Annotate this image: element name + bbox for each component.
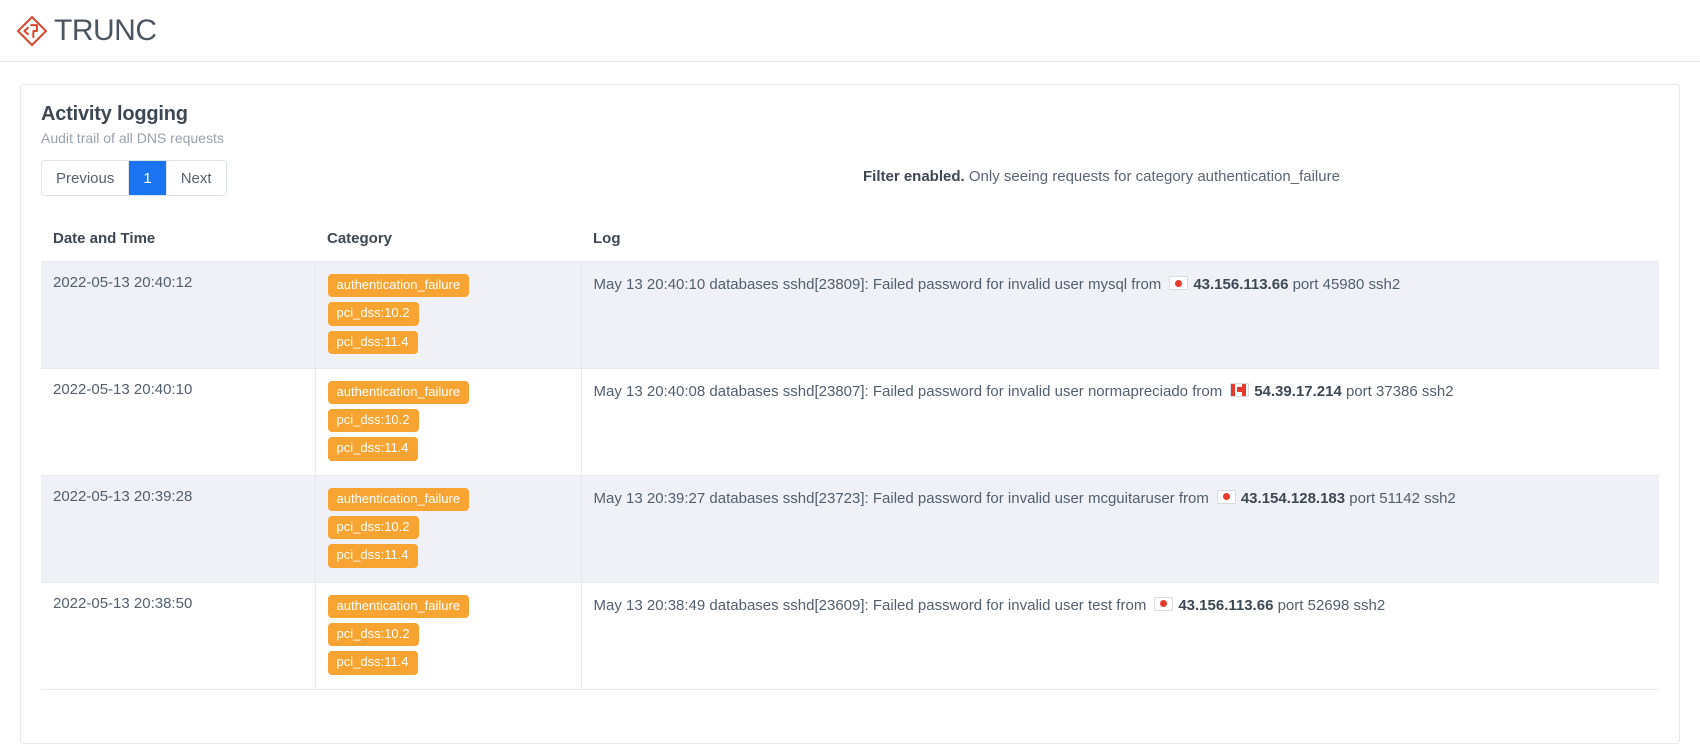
status-badge[interactable]: pci_dss:11.4 bbox=[327, 651, 418, 675]
status-badge[interactable]: authentication_failure bbox=[327, 594, 470, 618]
table-toolbar: Previous 1 Next Filter enabled. Only see… bbox=[41, 160, 1659, 206]
category-badge-group: authentication_failure pci_dss:10.2 pci_… bbox=[327, 274, 569, 354]
filter-status-strong: Filter enabled. bbox=[863, 168, 965, 185]
status-badge[interactable]: authentication_failure bbox=[327, 274, 470, 298]
country-flag-canada-icon bbox=[1230, 382, 1250, 397]
table-header-row: Date and Time Category Log bbox=[41, 220, 1659, 262]
source-ip-address[interactable]: 43.156.113.66 bbox=[1193, 276, 1288, 293]
status-badge[interactable]: pci_dss:11.4 bbox=[327, 544, 418, 568]
cell-datetime: 2022-05-13 20:38:50 bbox=[41, 582, 316, 690]
cell-log-message: May 13 20:40:10 databases sshd[23809]: F… bbox=[581, 261, 1659, 369]
log-message-prefix: May 13 20:38:49 databases sshd[23609]: F… bbox=[593, 596, 1147, 614]
log-message-suffix: port 52698 ssh2 bbox=[1277, 596, 1386, 614]
table-row[interactable]: 2022-05-13 20:40:12 authentication_failu… bbox=[41, 261, 1659, 369]
status-badge[interactable]: pci_dss:11.4 bbox=[327, 437, 418, 461]
table-head: Date and Time Category Log bbox=[41, 220, 1659, 262]
cell-categories: authentication_failure pci_dss:10.2 pci_… bbox=[315, 368, 582, 476]
log-message-suffix: port 45980 ssh2 bbox=[1292, 276, 1401, 293]
status-badge[interactable]: pci_dss:10.2 bbox=[327, 622, 419, 647]
log-message-prefix: May 13 20:39:27 databases sshd[23723]: F… bbox=[593, 489, 1209, 507]
cell-datetime: 2022-05-13 20:40:10 bbox=[41, 368, 316, 476]
status-badge[interactable]: pci_dss:10.2 bbox=[327, 409, 419, 433]
table-row[interactable]: 2022-05-13 20:40:10 authentication_failu… bbox=[41, 368, 1659, 476]
log-message-prefix: May 13 20:40:10 databases sshd[23809]: F… bbox=[593, 276, 1162, 293]
cell-categories: authentication_failure pci_dss:10.2 pci_… bbox=[315, 261, 582, 369]
log-message-prefix: May 13 20:40:08 databases sshd[23807]: F… bbox=[593, 382, 1223, 400]
table-row[interactable]: 2022-05-13 20:39:28 authentication_failu… bbox=[41, 475, 1659, 583]
cell-log-message: May 13 20:39:27 databases sshd[23723]: F… bbox=[581, 475, 1659, 583]
source-ip-address[interactable]: 43.154.128.183 bbox=[1241, 490, 1345, 507]
pagination-previous-button[interactable]: Previous bbox=[42, 161, 130, 195]
status-badge[interactable]: pci_dss:10.2 bbox=[327, 302, 419, 326]
cell-log-message: May 13 20:40:08 databases sshd[23807]: F… bbox=[581, 368, 1659, 476]
brand-name: TRUNC bbox=[54, 13, 157, 47]
log-message-suffix: port 37386 ssh2 bbox=[1345, 382, 1454, 400]
status-badge[interactable]: pci_dss:10.2 bbox=[327, 516, 419, 540]
country-flag-japan-icon bbox=[1216, 489, 1236, 504]
cell-datetime: 2022-05-13 20:39:28 bbox=[41, 475, 316, 583]
pagination: Previous 1 Next bbox=[41, 160, 227, 196]
table-body: 2022-05-13 20:40:12 authentication_failu… bbox=[41, 261, 1659, 690]
activity-log-table: Date and Time Category Log 2022-05-13 20… bbox=[41, 220, 1659, 690]
category-badge-group: authentication_failure pci_dss:10.2 pci_… bbox=[327, 380, 569, 461]
brand-logo-link[interactable]: TRUNC bbox=[14, 13, 157, 49]
page-body: Activity logging Audit trail of all DNS … bbox=[0, 62, 1700, 744]
page-title: Activity logging bbox=[41, 103, 188, 125]
page-subtitle: Audit trail of all DNS requests bbox=[41, 130, 224, 146]
filter-status-detail: Only seeing requests for category authen… bbox=[964, 168, 1340, 185]
column-header-date-and-time[interactable]: Date and Time bbox=[41, 220, 315, 262]
column-header-log[interactable]: Log bbox=[581, 220, 1659, 262]
app-header: TRUNC bbox=[0, 0, 1700, 62]
source-ip-address[interactable]: 43.156.113.66 bbox=[1178, 597, 1273, 614]
country-flag-japan-icon bbox=[1154, 596, 1174, 611]
column-header-category[interactable]: Category bbox=[315, 220, 581, 262]
pagination-next-button[interactable]: Next bbox=[166, 161, 226, 195]
log-message-suffix: port 51142 ssh2 bbox=[1349, 489, 1456, 507]
table-row[interactable]: 2022-05-13 20:38:50 authentication_failu… bbox=[41, 582, 1659, 690]
status-badge[interactable]: pci_dss:11.4 bbox=[327, 330, 418, 354]
status-badge[interactable]: authentication_failure bbox=[327, 487, 470, 512]
activity-logging-card: Activity logging Audit trail of all DNS … bbox=[20, 84, 1680, 744]
source-ip-address[interactable]: 54.39.17.214 bbox=[1254, 383, 1342, 400]
cell-categories: authentication_failure pci_dss:10.2 pci_… bbox=[315, 475, 582, 583]
diamond-code-logo-icon bbox=[14, 13, 50, 49]
category-badge-group: authentication_failure pci_dss:10.2 pci_… bbox=[327, 594, 569, 675]
status-badge[interactable]: authentication_failure bbox=[327, 380, 470, 405]
filter-status-message: Filter enabled. Only seeing requests for… bbox=[863, 168, 1340, 185]
country-flag-japan-icon bbox=[1169, 276, 1189, 290]
category-badge-group: authentication_failure pci_dss:10.2 pci_… bbox=[327, 487, 569, 568]
cell-datetime: 2022-05-13 20:40:12 bbox=[41, 261, 316, 369]
pagination-page-1-button[interactable]: 1 bbox=[129, 161, 167, 195]
cell-log-message: May 13 20:38:49 databases sshd[23609]: F… bbox=[581, 582, 1659, 690]
cell-categories: authentication_failure pci_dss:10.2 pci_… bbox=[315, 582, 582, 690]
